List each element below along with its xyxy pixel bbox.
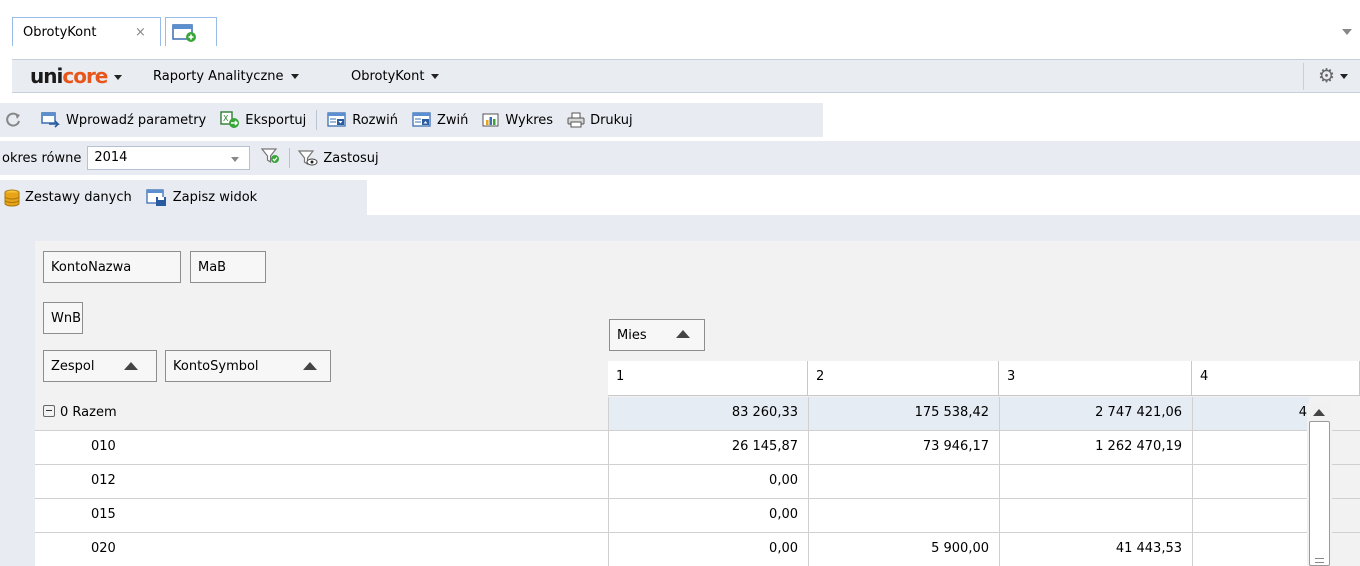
filter-bar: okres równe 2014 Zastosuj <box>0 141 1360 175</box>
table-cell: 83 260,33 <box>608 397 808 430</box>
table-cell: 1 262 470,19 <box>999 431 1192 464</box>
column-header-4[interactable]: 4 <box>1192 361 1360 396</box>
table-cell <box>1192 465 1309 498</box>
table-cell <box>808 465 999 498</box>
table-cell: 26 145,87 <box>608 431 808 464</box>
bar-chart-icon <box>482 112 500 128</box>
brand-bar: unicore Raporty Analityczne ObrotyKont ⚙ <box>12 59 1360 93</box>
tab-list-chevron-icon[interactable] <box>1342 29 1352 35</box>
sort-ascending-icon <box>303 362 317 370</box>
enter-parameters-icon <box>41 112 61 128</box>
field-kontonazwa[interactable]: KontoNazwa <box>43 251 181 283</box>
field-zespol[interactable]: Zespol <box>43 350 157 382</box>
sort-ascending-icon <box>124 362 138 370</box>
table-cell: 4 <box>1192 397 1309 430</box>
menu-raporty-analityczne[interactable]: Raporty Analityczne <box>153 69 299 84</box>
scroll-up-icon[interactable] <box>1313 409 1325 416</box>
tab-strip: ObrotyKont × <box>0 0 1360 46</box>
filter-label: okres równe <box>2 150 82 166</box>
column-header-1[interactable]: 1 <box>608 361 808 396</box>
table-row: 010 26 145,87 73 946,17 1 262 470,19 <box>35 431 1360 465</box>
chevron-down-icon <box>431 74 440 79</box>
sort-ascending-icon <box>676 330 690 338</box>
table-row-total: 0 Razem 83 260,33 175 538,42 2 747 421,0… <box>35 397 1360 431</box>
table-cell: 41 443,53 <box>999 533 1192 566</box>
save-view-icon <box>146 188 168 207</box>
table-cell: 5 900,00 <box>808 533 999 566</box>
row-label: 010 <box>35 431 608 464</box>
menu-obrotykont[interactable]: ObrotyKont <box>351 69 440 84</box>
unicore-logo[interactable]: unicore <box>30 64 123 88</box>
chevron-down-icon <box>114 75 123 80</box>
new-tab-button[interactable] <box>165 17 217 46</box>
column-header-2[interactable]: 2 <box>808 361 999 396</box>
refresh-icon <box>4 111 22 129</box>
settings-menu[interactable]: ⚙ <box>1318 65 1348 87</box>
grip-icon <box>1315 558 1324 563</box>
row-label: 012 <box>35 465 608 498</box>
field-mab[interactable]: MaB <box>190 251 266 283</box>
field-mies[interactable]: Mies <box>609 319 705 351</box>
row-label: 0 Razem <box>35 397 608 430</box>
collapse-row-icon[interactable] <box>43 405 55 417</box>
table-cell <box>1192 431 1309 464</box>
divider <box>1303 63 1304 90</box>
divider <box>289 148 291 168</box>
vertical-scrollbar[interactable] <box>1307 403 1332 566</box>
print-button[interactable]: Drukuj <box>567 112 633 128</box>
collapse-button[interactable]: Zwiń <box>412 112 468 128</box>
gear-icon: ⚙ <box>1317 65 1335 87</box>
column-header-3[interactable]: 3 <box>999 361 1192 396</box>
svg-text:X: X <box>223 114 229 123</box>
tab-label: ObrotyKont <box>23 25 97 40</box>
close-icon[interactable]: × <box>135 25 146 40</box>
collapse-icon <box>412 112 432 128</box>
divider <box>316 110 318 130</box>
filter-view-icon <box>298 149 318 167</box>
scrollbar-thumb[interactable] <box>1309 421 1330 566</box>
save-view-button[interactable]: Zapisz widok <box>146 188 257 207</box>
table-cell <box>808 499 999 532</box>
chevron-down-icon <box>231 157 240 162</box>
datasets-toolbar: Zestawy danych Zapisz widok <box>0 180 367 215</box>
chevron-down-icon <box>290 74 299 79</box>
new-tab-icon <box>172 23 198 47</box>
tab-obrotykont[interactable]: ObrotyKont × <box>12 17 161 46</box>
enter-parameters-button[interactable]: Wprowadź parametry <box>41 112 206 128</box>
table-cell: 0,00 <box>608 499 808 532</box>
chevron-down-icon <box>1340 74 1348 79</box>
row-label: 020 <box>35 533 608 566</box>
table-cell <box>999 465 1192 498</box>
expand-icon <box>327 112 347 128</box>
field-wnb[interactable]: WnB <box>43 302 83 334</box>
table-row: 020 0,00 5 900,00 41 443,53 <box>35 533 1360 566</box>
table-cell <box>1192 499 1309 532</box>
export-button[interactable]: X Eksportuj <box>220 111 306 129</box>
apply-filter-button[interactable]: Zastosuj <box>298 149 379 167</box>
printer-icon <box>567 112 585 128</box>
table-cell <box>999 499 1192 532</box>
filter-funnel-icon <box>261 147 281 169</box>
database-icon <box>4 189 20 207</box>
table-row: 015 0,00 <box>35 499 1360 533</box>
table-cell <box>1192 533 1309 566</box>
table-cell: 0,00 <box>608 533 808 566</box>
table-cell: 73 946,17 <box>808 431 999 464</box>
row-label: 015 <box>35 499 608 532</box>
main-toolbar: Wprowadź parametry X Eksportuj Rozwiń Zw… <box>0 103 823 137</box>
table-cell: 0,00 <box>608 465 808 498</box>
refresh-button[interactable] <box>4 111 27 129</box>
table-cell: 175 538,42 <box>808 397 999 430</box>
period-select[interactable]: 2014 <box>87 146 251 170</box>
datasets-button[interactable]: Zestawy danych <box>4 189 132 207</box>
excel-export-icon: X <box>220 111 240 129</box>
expand-button[interactable]: Rozwiń <box>327 112 398 128</box>
filter-clear-button[interactable] <box>261 147 281 169</box>
table-cell: 2 747 421,06 <box>999 397 1192 430</box>
field-kontosymbol[interactable]: KontoSymbol <box>165 350 331 382</box>
table-row: 012 0,00 <box>35 465 1360 499</box>
chart-button[interactable]: Wykres <box>482 112 553 128</box>
